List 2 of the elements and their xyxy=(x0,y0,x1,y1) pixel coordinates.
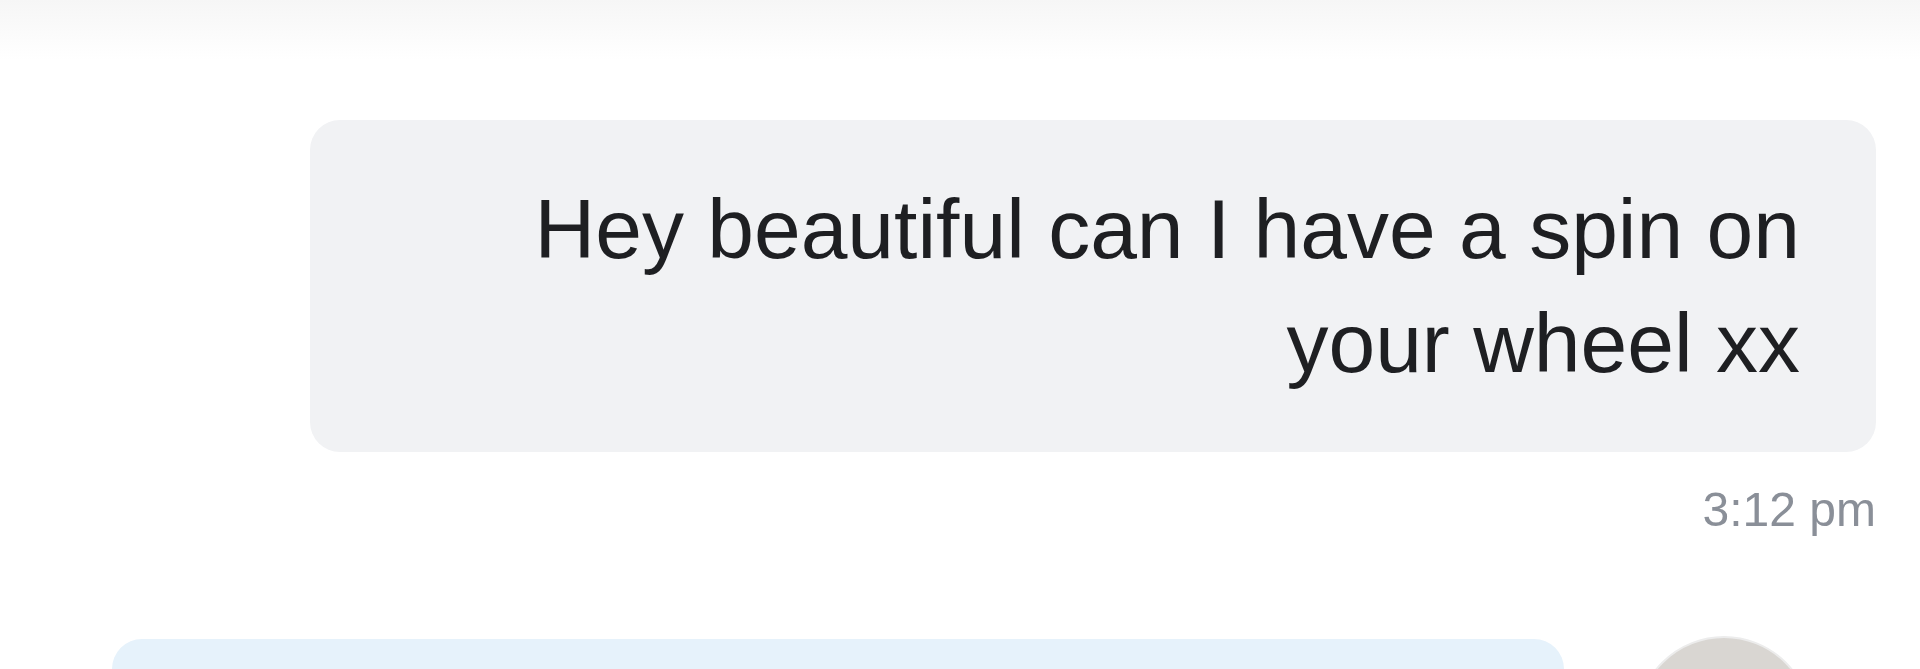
message-text: Hey beautiful can I have a spin on your wheel xx xyxy=(533,181,1800,392)
message-time: 3:12 pm xyxy=(1702,482,1876,538)
